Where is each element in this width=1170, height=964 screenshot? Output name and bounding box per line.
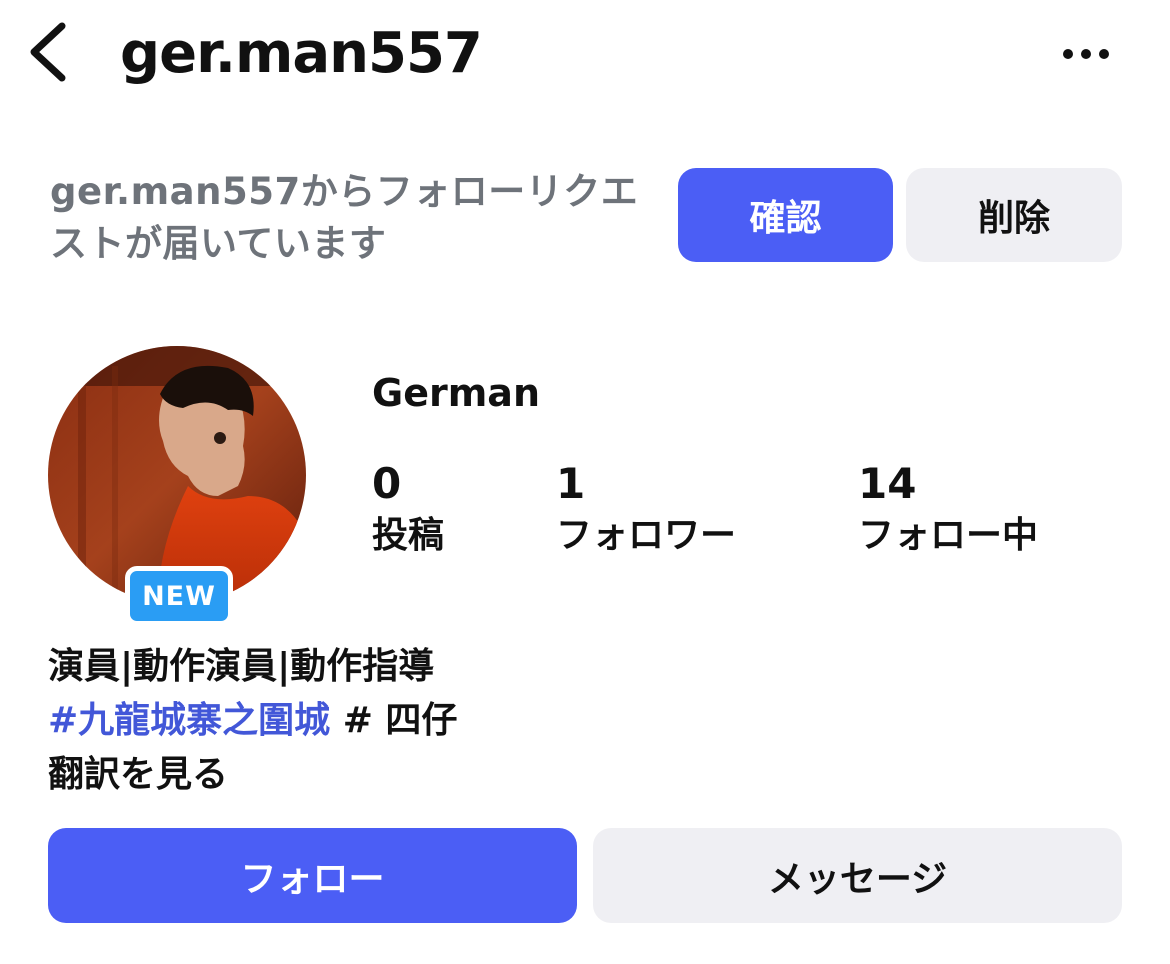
- hashtag-text: # 四仔: [330, 700, 458, 741]
- stat-following-label: フォロー中: [858, 515, 1039, 556]
- stat-followers-count: 1: [556, 459, 586, 508]
- stat-followers[interactable]: 1 フォロワー: [556, 458, 736, 562]
- stat-following-count: 14: [858, 459, 917, 508]
- confirm-button[interactable]: 確認: [678, 168, 893, 262]
- bio-line: 演員|動作演員|動作指導: [48, 646, 435, 687]
- page-title: ger.man557: [120, 21, 483, 86]
- delete-button[interactable]: 削除: [906, 168, 1122, 262]
- stat-posts-count: 0: [372, 459, 402, 508]
- follow-button[interactable]: フォロー: [48, 828, 577, 923]
- stat-posts[interactable]: 0 投稿: [372, 458, 444, 562]
- hashtag-link[interactable]: #九龍城寨之圍城: [48, 700, 330, 741]
- new-badge: NEW: [125, 566, 233, 626]
- message-button[interactable]: メッセージ: [593, 828, 1122, 923]
- follow-request-message: ger.man557からフォローリクエストが届いています: [50, 170, 639, 265]
- delete-button-label: 削除: [977, 198, 1050, 239]
- more-options-button[interactable]: [1050, 30, 1122, 78]
- see-translation-link[interactable]: 翻訳を見る: [48, 748, 228, 802]
- follow-button-label: フォロー: [240, 858, 385, 900]
- more-horizontal-icon: [1063, 49, 1109, 59]
- stat-posts-label: 投稿: [372, 515, 445, 556]
- display-name: German: [372, 371, 540, 415]
- confirm-button-label: 確認: [749, 198, 822, 239]
- bio-hashtags: #九龍城寨之圍城 # 四仔: [48, 694, 457, 748]
- stat-followers-label: フォロワー: [556, 515, 737, 556]
- message-button-label: メッセージ: [767, 858, 948, 900]
- back-button[interactable]: [18, 16, 88, 86]
- stat-following[interactable]: 14 フォロー中: [858, 458, 1038, 562]
- chevron-left-icon: [30, 22, 66, 82]
